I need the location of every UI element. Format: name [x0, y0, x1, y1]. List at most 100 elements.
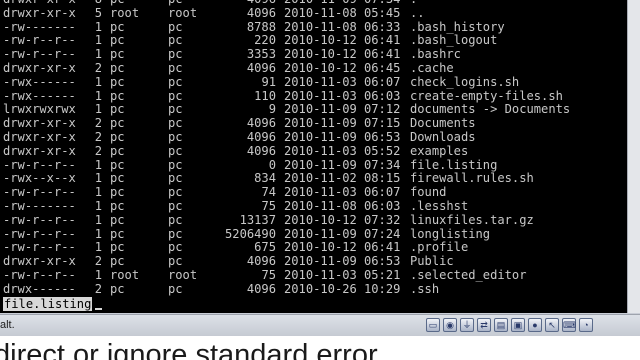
- listing-size: 91: [261, 74, 276, 89]
- listing-row: drwxr-xr-x 2 pc pc 4096 2010-10-12 06:45 .cache: [3, 60, 570, 76]
- listing-date: 2010-11-08: [284, 19, 357, 34]
- listing-row: drwxr-xr-x 2 pc pc 4096 2010-11-09 07:15 Docume…: [3, 116, 570, 131]
- listing-name: Downloads: [410, 129, 476, 144]
- listing-perm: drwxr-xr-x: [3, 254, 76, 269]
- listing-links: 1: [94, 88, 102, 103]
- status-text: alt.: [0, 319, 15, 331]
- listing-time: 06:53: [364, 254, 401, 269]
- listing-owner: pc: [110, 281, 125, 296]
- listing-name: .bashrc: [410, 47, 461, 62]
- network-icon[interactable]: ⇄: [477, 318, 491, 332]
- listing-date: 2010-11-09: [284, 254, 357, 269]
- cd-drive-icon[interactable]: ◉: [443, 318, 457, 332]
- listing-size: 75: [261, 198, 276, 213]
- listing-group: pc: [168, 185, 183, 200]
- listing-name: documents -> Documents: [410, 102, 571, 117]
- listing-time: 06:53: [364, 129, 401, 144]
- mouse-icon[interactable]: ◔: [579, 318, 593, 332]
- usb-icon[interactable]: ⏚: [460, 318, 474, 332]
- listing-size: 4096: [246, 143, 276, 158]
- video-capture-icon[interactable]: ●: [528, 318, 542, 332]
- listing-perm: drwxr-xr-x: [3, 116, 76, 131]
- terminal-scrollbar[interactable]: [627, 0, 640, 313]
- shared-folders-icon[interactable]: ▤: [494, 318, 508, 332]
- listing-group: pc: [168, 157, 183, 172]
- listing-name: .ssh: [410, 281, 440, 296]
- listing-group: pc: [168, 116, 183, 131]
- listing-name: Public: [410, 254, 454, 269]
- listing-name: longlisting: [410, 226, 491, 241]
- listing-row: -rw-r--r-- 1 root root 75 2010-11-03 05:21 .sel…: [3, 267, 570, 283]
- listing-links: 1: [94, 102, 102, 117]
- listing-links: 2: [94, 254, 102, 269]
- listing-name: .bash_history: [410, 19, 505, 34]
- listing-row: -rw-r--r-- 1 pc pc 0 2010-11-09 07:34 file.list…: [3, 157, 570, 173]
- listing-links: 1: [94, 240, 102, 255]
- listing-group: pc: [168, 129, 183, 144]
- listing-name: check_logins.sh: [410, 74, 520, 89]
- listing-perm: drwxr-xr-x: [3, 5, 76, 20]
- listing-time: 06:03: [364, 88, 401, 103]
- listing-perm: -rw-------: [3, 19, 76, 34]
- display-icon[interactable]: ▣: [511, 318, 525, 332]
- listing-owner: pc: [110, 171, 125, 186]
- listing-perm: lrwxrwxrwx: [3, 102, 76, 117]
- hard-disk-icon[interactable]: ▭: [426, 318, 440, 332]
- listing-date: 2010-11-02: [284, 171, 357, 186]
- listing-size: 75: [261, 267, 276, 282]
- listing-row: drwxr-xr-x 2 pc pc 4096 2010-11-09 06:53 Public: [3, 254, 570, 269]
- listing-size: 834: [254, 171, 276, 186]
- listing-perm: drwxr-xr-x: [3, 129, 76, 144]
- listing-time: 07:34: [364, 157, 401, 172]
- listing-time: 05:21: [364, 267, 401, 282]
- listing-perm: drwxr-xr-x: [3, 143, 76, 158]
- listing-time: 08:15: [364, 171, 401, 186]
- listing-name: found: [410, 185, 447, 200]
- listing-time: 06:33: [364, 19, 401, 34]
- listing-time: 06:03: [364, 198, 401, 213]
- listing-group: pc: [168, 47, 183, 62]
- listing-time: 07:15: [364, 116, 401, 131]
- listing-row: lrwxrwxrwx 1 pc pc 9 2010-11-09 07:12 documents…: [3, 103, 570, 117]
- status-icons: ▭ ◉ ⏚ ⇄ ▤ ▣ ● ↖ ⌨ ◔: [426, 318, 593, 334]
- listing-links: 5: [94, 5, 102, 20]
- listing-size: 3353: [246, 47, 276, 62]
- listing-owner: root: [110, 5, 140, 20]
- listing-links: 1: [94, 33, 102, 48]
- listing-perm: -rwx------: [3, 74, 76, 89]
- listing-time: 05:52: [364, 143, 401, 158]
- command-prompt[interactable]: file.listing: [3, 297, 103, 311]
- listing-name: .cache: [410, 60, 454, 75]
- listing-links: 1: [94, 19, 102, 34]
- listing-name: linuxfiles.tar.gz: [410, 212, 534, 227]
- listing-date: 2010-11-03: [284, 88, 357, 103]
- listing-date: 2010-10-12: [284, 240, 357, 255]
- listing-perm: -rwx--x--x: [3, 171, 76, 186]
- listing-date: 2010-10-12: [284, 212, 357, 227]
- listing-perm: -rw-r--r--: [3, 226, 76, 241]
- keyboard-icon[interactable]: ⌨: [562, 318, 576, 332]
- listing-date: 2010-11-09: [284, 129, 357, 144]
- listing-owner: pc: [110, 240, 125, 255]
- listing-links: 1: [94, 212, 102, 227]
- listing-perm: drwx------: [3, 281, 76, 296]
- command-input[interactable]: file.listing: [3, 297, 93, 311]
- listing-size: 4096: [246, 60, 276, 75]
- listing-name: examples: [410, 143, 469, 158]
- listing-owner: pc: [110, 212, 125, 227]
- listing-links: 1: [94, 157, 102, 172]
- terminal-screen[interactable]: drwxr-xr-x8pcpc40962010-11-0907:34.drwxr…: [0, 0, 628, 313]
- listing-time: 07:24: [364, 226, 401, 241]
- listing-size: 4096: [246, 129, 276, 144]
- listing-date: 2010-11-09: [284, 102, 357, 117]
- listing-links: 1: [94, 171, 102, 186]
- vm-window: drwxr-xr-x8pcpc40962010-11-0907:34.drwxr…: [0, 0, 640, 336]
- listing-name: Documents: [410, 116, 476, 131]
- listing-perm: -rw-r--r--: [3, 267, 76, 282]
- listing-links: 1: [94, 47, 102, 62]
- listing-row: -rwx------ 1 pc pc 91 2010-11-03 06:07 check_lo…: [3, 74, 570, 90]
- listing-owner: pc: [110, 143, 125, 158]
- listing-name: .bash_logout: [410, 33, 498, 48]
- mouse-integration-icon[interactable]: ↖: [545, 318, 559, 332]
- listing-date: 2010-11-08: [284, 198, 357, 213]
